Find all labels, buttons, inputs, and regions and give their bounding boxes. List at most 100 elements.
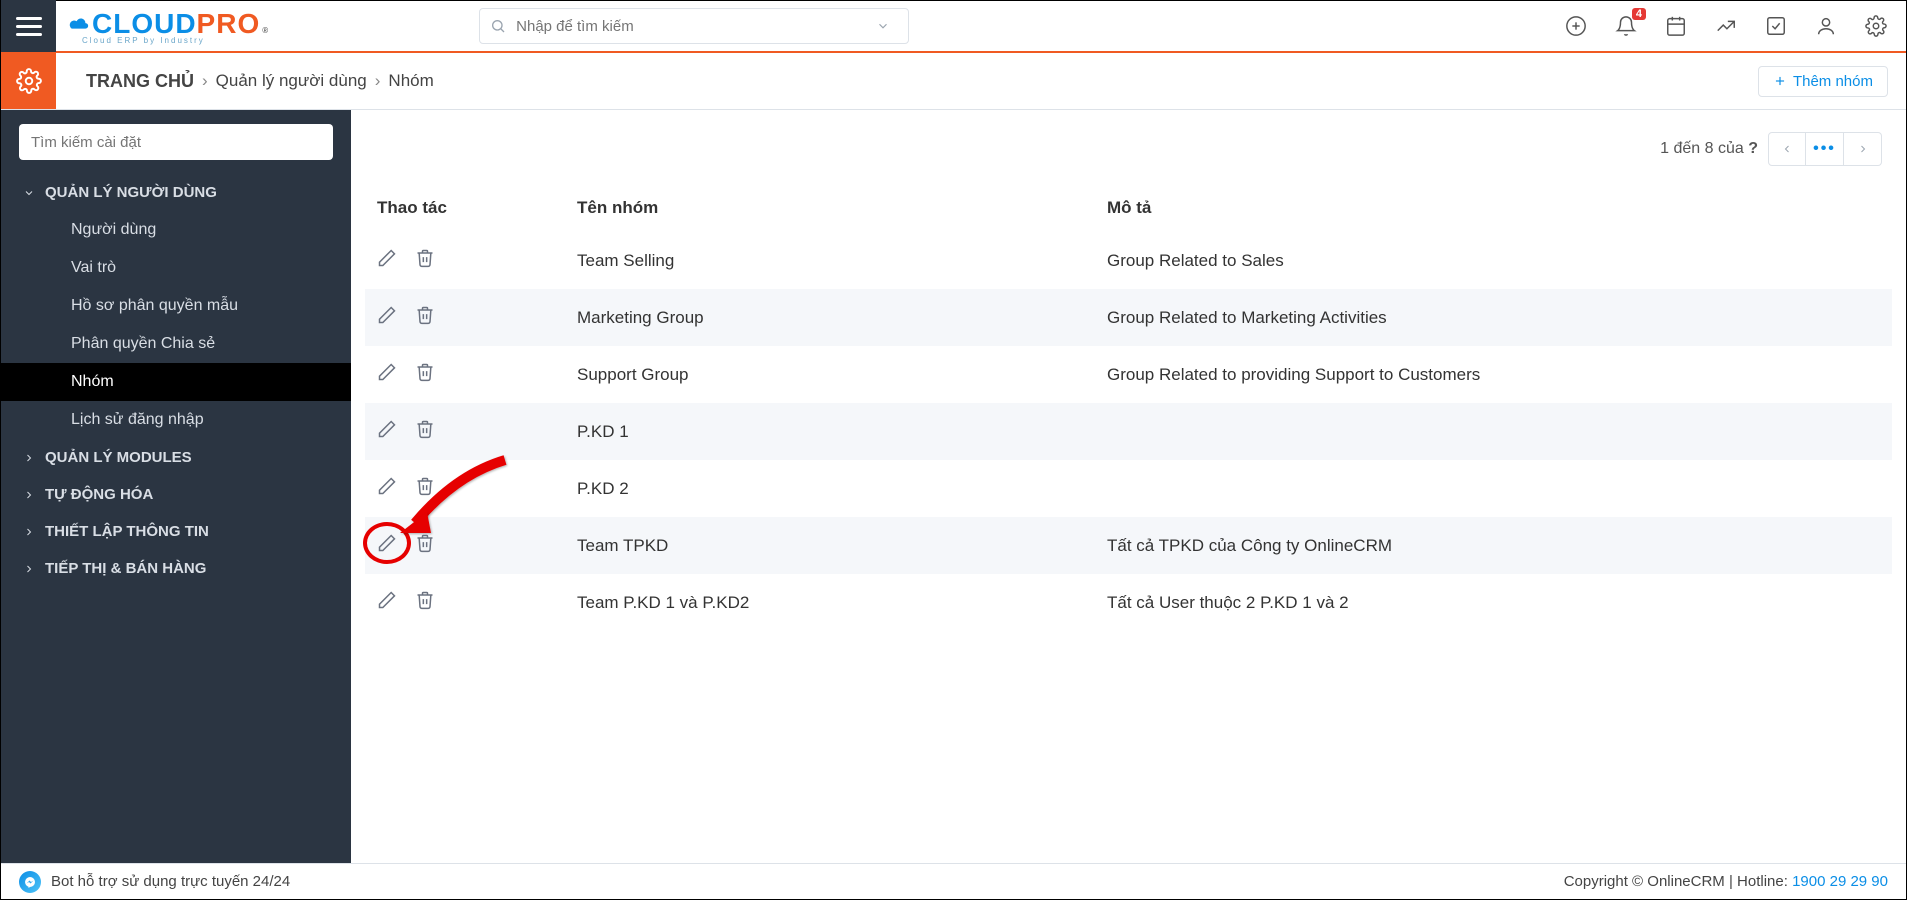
plus-circle-icon (1565, 15, 1587, 37)
cell-desc: Group Related to Sales (1095, 232, 1892, 289)
sidebar-group-users[interactable]: QUẢN LÝ NGƯỜI DÙNG (1, 174, 351, 211)
delete-button[interactable] (415, 362, 435, 387)
cell-name: Team P.KD 1 và P.KD2 (565, 574, 1095, 631)
cell-desc: Group Related to providing Support to Cu… (1095, 346, 1892, 403)
edit-button[interactable] (377, 248, 397, 273)
pencil-icon (377, 476, 397, 496)
pager-prev-button[interactable] (1768, 132, 1806, 166)
sidebar-item-0[interactable]: Người dùng (1, 211, 351, 249)
delete-button[interactable] (415, 419, 435, 444)
main-content: 1 đến 8 của ? ••• Thao tác Tên nhóm Mô t… (351, 110, 1906, 863)
chevron-right-icon (23, 452, 35, 464)
pager-next-button[interactable] (1844, 132, 1882, 166)
chevron-left-icon (1781, 143, 1793, 155)
table-row: Support GroupGroup Related to providing … (365, 346, 1892, 403)
sidebar-item-5[interactable]: Lịch sử đăng nhập (1, 401, 351, 439)
chevron-right-icon (1857, 143, 1869, 155)
delete-button[interactable] (415, 533, 435, 558)
chevron-down-icon (876, 19, 890, 33)
hotline-link[interactable]: 1900 29 29 90 (1792, 873, 1888, 890)
table-row: Marketing GroupGroup Related to Marketin… (365, 289, 1892, 346)
chevron-right-icon (23, 489, 35, 501)
pencil-icon (377, 305, 397, 325)
calendar-button[interactable] (1664, 14, 1688, 38)
settings-button[interactable] (1864, 14, 1888, 38)
edit-button[interactable] (377, 476, 397, 501)
chevron-right-icon (23, 526, 35, 538)
edit-button[interactable] (377, 533, 397, 558)
sidebar-group-1[interactable]: TỰ ĐỘNG HÓA (1, 476, 351, 513)
delete-button[interactable] (415, 305, 435, 330)
table-row: P.KD 1 (365, 403, 1892, 460)
settings-panel-toggle[interactable] (1, 53, 56, 109)
cell-name: Team Selling (565, 232, 1095, 289)
messenger-icon[interactable] (19, 871, 41, 893)
edit-button[interactable] (377, 362, 397, 387)
sidebar-item-3[interactable]: Phân quyền Chia sẻ (1, 325, 351, 363)
col-action: Thao tác (365, 184, 565, 232)
notifications-button[interactable]: 4 (1614, 14, 1638, 38)
quick-add-button[interactable] (1564, 14, 1588, 38)
trash-icon (415, 590, 435, 610)
gear-icon (1865, 15, 1887, 37)
delete-button[interactable] (415, 590, 435, 615)
sidebar-group-2[interactable]: THIẾT LẬP THÔNG TIN (1, 513, 351, 550)
top-icons: 4 (1564, 14, 1888, 38)
search-icon (490, 18, 506, 34)
pencil-icon (377, 590, 397, 610)
top-bar: CLOUDPRO® Cloud ERP by Industry 4 (1, 1, 1906, 53)
add-group-button[interactable]: Thêm nhóm (1758, 66, 1888, 97)
chevron-right-icon (23, 563, 35, 575)
sidebar-item-2[interactable]: Hồ sơ phân quyền mẫu (1, 287, 351, 325)
edit-button[interactable] (377, 590, 397, 615)
footer-bot-text: Bot hỗ trợ sử dụng trực tuyến 24/24 (51, 873, 290, 890)
trash-icon (415, 305, 435, 325)
cell-name: Marketing Group (565, 289, 1095, 346)
breadcrumb-level2: Nhóm (388, 71, 433, 91)
profile-button[interactable] (1814, 14, 1838, 38)
sidebar-group-3[interactable]: TIẾP THỊ & BÁN HÀNG (1, 550, 351, 587)
cell-desc (1095, 460, 1892, 517)
cell-desc (1095, 403, 1892, 460)
footer-copyright: Copyright © OnlineCRM | Hotline: 1900 29… (1564, 873, 1888, 890)
trash-icon (415, 248, 435, 268)
sidebar-group-0[interactable]: QUẢN LÝ MODULES (1, 439, 351, 476)
table-row: P.KD 2 (365, 460, 1892, 517)
table-row: Team P.KD 1 và P.KD2Tất cả User thuộc 2 … (365, 574, 1892, 631)
pager-text: 1 đến 8 của ? (1660, 140, 1758, 158)
pencil-icon (377, 419, 397, 439)
delete-button[interactable] (415, 248, 435, 273)
cell-name: Support Group (565, 346, 1095, 403)
edit-button[interactable] (377, 305, 397, 330)
chevron-down-icon (23, 187, 35, 199)
sidebar-item-4[interactable]: Nhóm (1, 363, 351, 401)
table-row: Team TPKDTất cả TPKD của Công ty OnlineC… (365, 517, 1892, 574)
trash-icon (415, 476, 435, 496)
delete-button[interactable] (415, 476, 435, 501)
cell-desc: Tất cả User thuộc 2 P.KD 1 và 2 (1095, 574, 1892, 631)
user-icon (1815, 15, 1837, 37)
breadcrumb-level1[interactable]: Quản lý người dùng (216, 71, 367, 91)
pencil-icon (377, 362, 397, 382)
pager-more-button[interactable]: ••• (1806, 132, 1844, 166)
sidebar-filter-input[interactable] (19, 124, 333, 160)
search-input[interactable] (514, 17, 876, 36)
col-desc: Mô tả (1095, 184, 1892, 232)
col-name: Tên nhóm (565, 184, 1095, 232)
analytics-button[interactable] (1714, 14, 1738, 38)
breadcrumb: TRANG CHỦ › Quản lý người dùng › Nhóm (86, 53, 434, 109)
notification-badge: 4 (1632, 8, 1646, 20)
global-search[interactable] (479, 8, 909, 44)
tasks-button[interactable] (1764, 14, 1788, 38)
gear-icon (16, 68, 42, 94)
pager: 1 đến 8 của ? ••• (351, 110, 1906, 176)
cell-name: P.KD 1 (565, 403, 1095, 460)
cell-name: P.KD 2 (565, 460, 1095, 517)
sidebar-item-1[interactable]: Vai trò (1, 249, 351, 287)
cloud-icon (68, 15, 90, 33)
breadcrumb-home[interactable]: TRANG CHỦ (86, 71, 194, 92)
menu-toggle[interactable] (1, 0, 56, 52)
footer: Bot hỗ trợ sử dụng trực tuyến 24/24 Copy… (1, 863, 1906, 899)
logo[interactable]: CLOUDPRO® Cloud ERP by Industry (56, 8, 269, 45)
edit-button[interactable] (377, 419, 397, 444)
